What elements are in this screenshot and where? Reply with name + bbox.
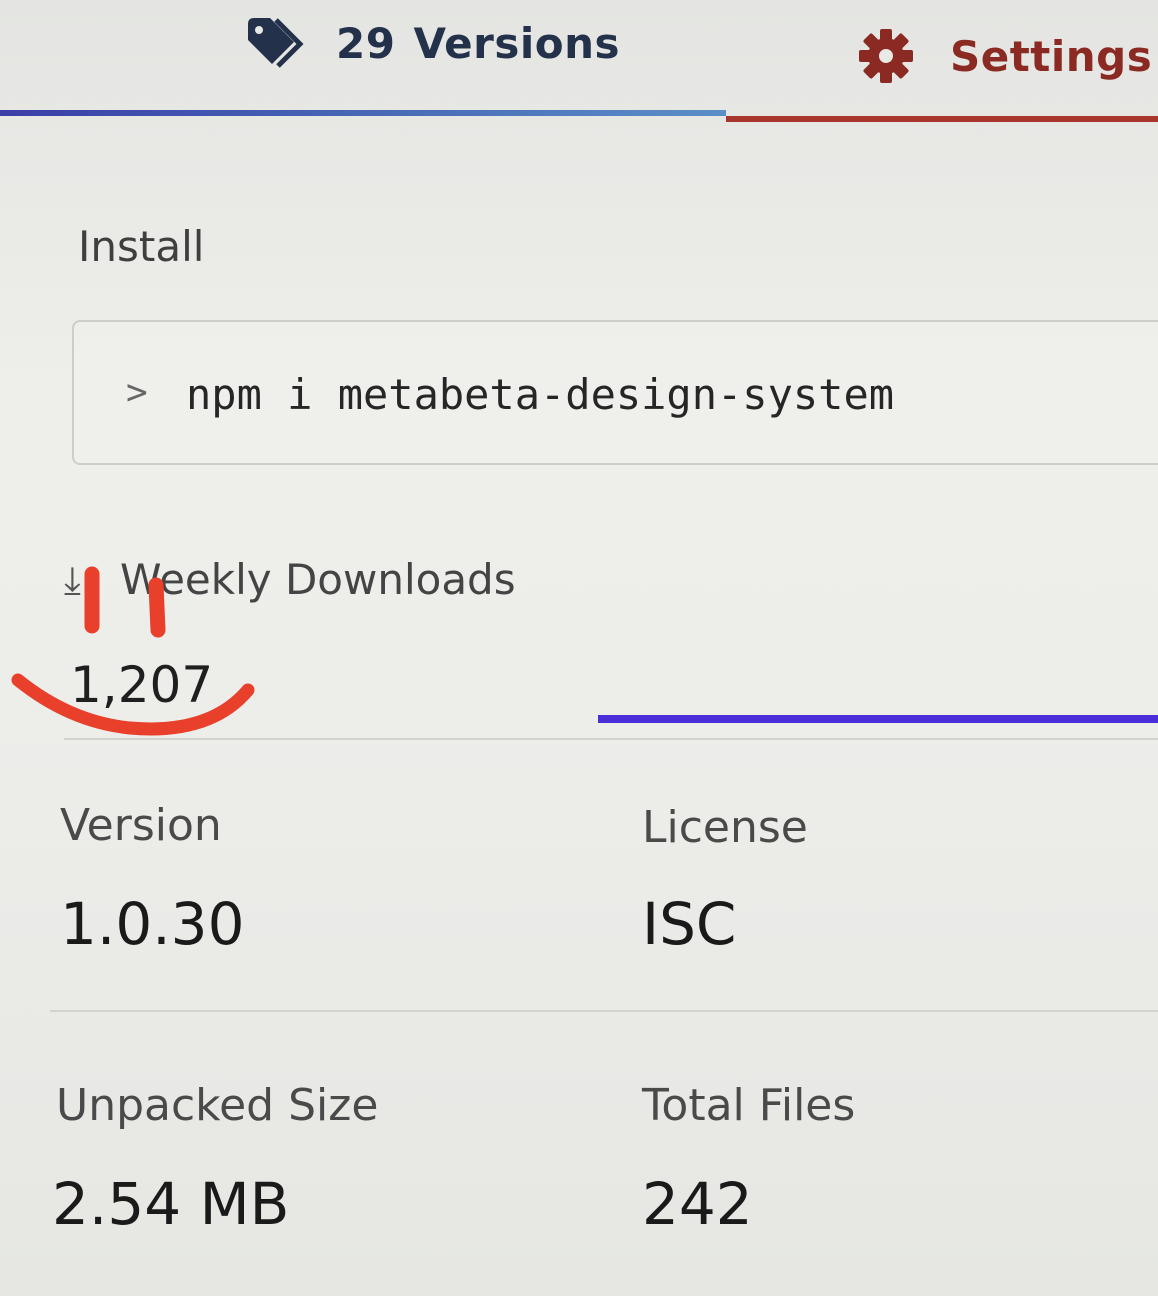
smiley-annotation <box>11 566 255 736</box>
